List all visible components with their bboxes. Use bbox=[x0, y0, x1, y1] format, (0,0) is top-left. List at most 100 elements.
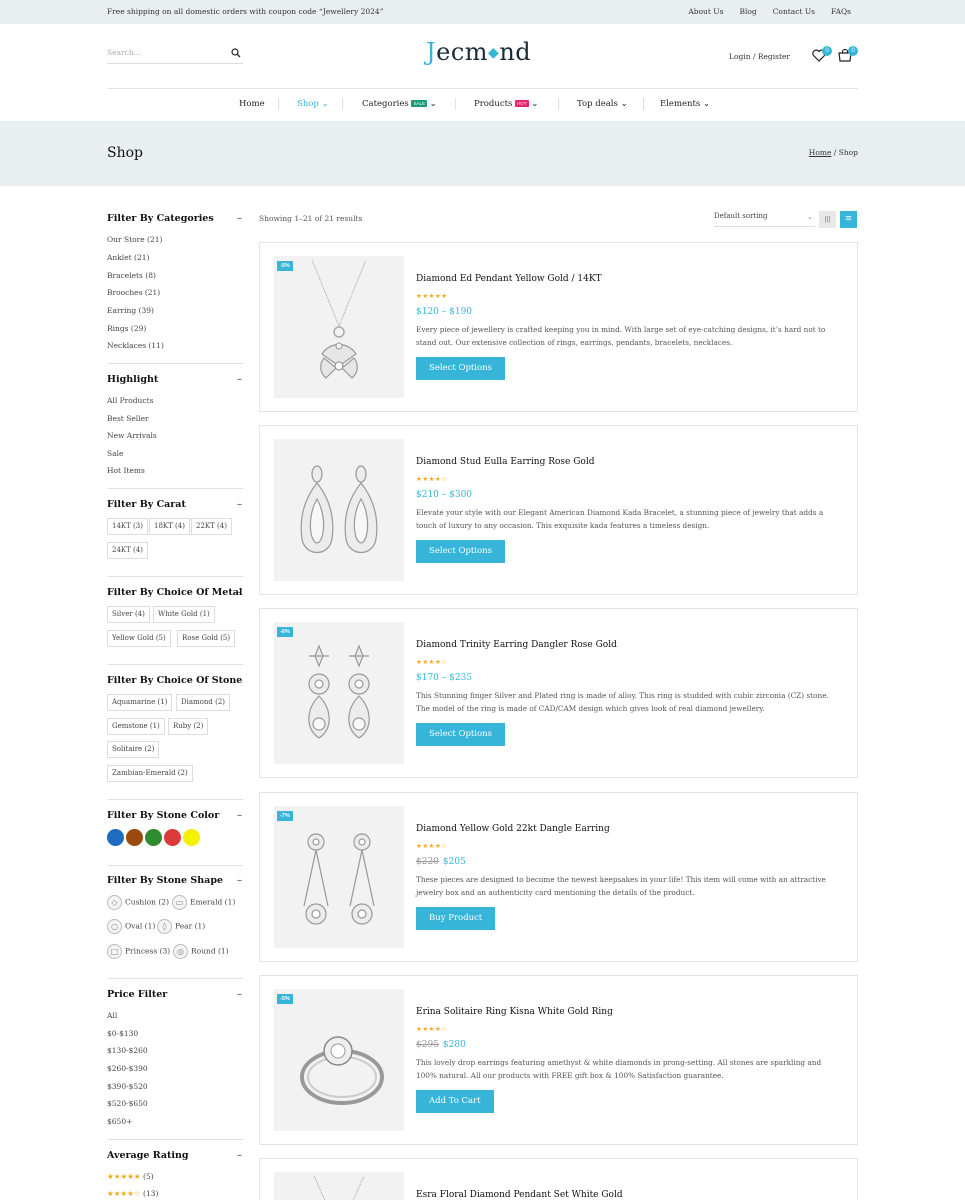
product-image[interactable] bbox=[274, 439, 404, 581]
price-range-item[interactable]: $260-$390 bbox=[107, 1064, 148, 1073]
highlight-item[interactable]: All Products bbox=[107, 396, 153, 405]
color-swatch-green[interactable] bbox=[145, 829, 162, 846]
product-image[interactable]: -6% bbox=[274, 622, 404, 764]
filter-heading[interactable]: Average Rating bbox=[107, 1150, 189, 1161]
price-range-item[interactable]: $650+ bbox=[107, 1117, 132, 1126]
search-input[interactable]: Search... bbox=[107, 44, 243, 64]
select-options-button[interactable]: Select Options bbox=[416, 357, 505, 380]
product-image[interactable]: -7% bbox=[274, 806, 404, 948]
category-item[interactable]: Brooches (21) bbox=[107, 288, 160, 297]
rating-option[interactable]: ★★★★★ (5) bbox=[107, 1172, 154, 1181]
product-name[interactable]: Diamond Ed Pendant Yellow Gold / 14KT bbox=[416, 274, 602, 284]
collapse-icon[interactable]: – bbox=[237, 875, 242, 886]
metal-chip[interactable]: White Gold (1) bbox=[153, 606, 215, 623]
product-name[interactable]: Esra Floral Diamond Pendant Set White Go… bbox=[416, 1190, 623, 1200]
color-swatch-yellow[interactable] bbox=[183, 829, 200, 846]
search-icon[interactable] bbox=[231, 48, 241, 58]
stone-chip[interactable]: Zambian-Emerald (2) bbox=[107, 765, 193, 782]
metal-chip[interactable]: Silver (4) bbox=[107, 606, 150, 623]
shape-option[interactable]: □ Princess (3) bbox=[107, 944, 170, 959]
buy-product-button[interactable]: Buy Product bbox=[416, 907, 496, 930]
list-view-button[interactable]: ≡ bbox=[840, 211, 857, 228]
shape-option[interactable]: ○ Oval (1) bbox=[107, 919, 155, 934]
highlight-item[interactable]: Hot Items bbox=[107, 466, 145, 475]
filter-heading[interactable]: Filter By Categories bbox=[107, 213, 214, 224]
stone-chip[interactable]: Diamond (2) bbox=[176, 694, 231, 711]
stone-chip[interactable]: Aquamarine (1) bbox=[107, 694, 173, 711]
filter-heading[interactable]: Highlight bbox=[107, 374, 158, 385]
carat-chip[interactable]: 18KT (4) bbox=[149, 518, 190, 535]
contact-us-link[interactable]: Contact Us bbox=[773, 7, 815, 16]
collapse-icon[interactable]: – bbox=[237, 499, 242, 510]
sorting-select[interactable]: Default sorting ⌄ bbox=[714, 212, 815, 227]
shape-option[interactable]: ▭ Emerald (1) bbox=[172, 895, 235, 910]
highlight-item[interactable]: Sale bbox=[107, 449, 123, 458]
filter-heading[interactable]: Filter By Choice Of Stone bbox=[107, 675, 242, 686]
product-name[interactable]: Diamond Yellow Gold 22kt Dangle Earring bbox=[416, 824, 610, 834]
cart-button[interactable]: 0 bbox=[838, 46, 858, 64]
shape-option[interactable]: ◊ Pear (1) bbox=[157, 919, 205, 934]
color-swatch-brown[interactable] bbox=[126, 829, 143, 846]
collapse-icon[interactable]: – bbox=[237, 989, 242, 1000]
filter-heading[interactable]: Price Filter bbox=[107, 989, 167, 1000]
price-range-item[interactable]: $0-$130 bbox=[107, 1029, 138, 1038]
select-options-button[interactable]: Select Options bbox=[416, 540, 505, 563]
stone-chip[interactable]: Ruby (2) bbox=[168, 718, 209, 735]
price-range-item[interactable]: $520-$650 bbox=[107, 1099, 148, 1108]
metal-chip[interactable]: Rose Gold (5) bbox=[177, 630, 236, 647]
shape-option[interactable]: ◎ Round (1) bbox=[173, 944, 229, 959]
price-range-item[interactable]: All bbox=[107, 1011, 117, 1020]
rating-option[interactable]: ★★★★☆ (13) bbox=[107, 1189, 158, 1198]
stone-chip[interactable]: Solitaire (2) bbox=[107, 741, 160, 758]
color-swatch-blue[interactable] bbox=[107, 829, 124, 846]
carat-chip[interactable]: 14KT (3) bbox=[107, 518, 148, 535]
wishlist-button[interactable]: 0 bbox=[812, 46, 832, 64]
collapse-icon[interactable]: – bbox=[237, 587, 242, 598]
product-image[interactable]: -5% bbox=[274, 989, 404, 1131]
category-item[interactable]: Bracelets (8) bbox=[107, 271, 156, 280]
carat-chip[interactable]: 22KT (4) bbox=[191, 518, 232, 535]
collapse-icon[interactable]: – bbox=[237, 675, 242, 686]
nav-products[interactable]: Products HOT ⌄ bbox=[474, 99, 538, 109]
site-logo[interactable]: Jecm◆nd bbox=[426, 38, 531, 66]
grid-view-button[interactable]: ||| bbox=[819, 211, 836, 228]
product-name[interactable]: Erina Solitaire Ring Kisna White Gold Ri… bbox=[416, 1007, 613, 1017]
category-item[interactable]: Rings (29) bbox=[107, 324, 146, 333]
filter-heading[interactable]: Filter By Carat bbox=[107, 499, 186, 510]
product-image[interactable] bbox=[274, 1172, 404, 1200]
collapse-icon[interactable]: – bbox=[237, 374, 242, 385]
metal-chip[interactable]: Yellow Gold (5) bbox=[107, 630, 171, 647]
breadcrumb-home[interactable]: Home bbox=[809, 148, 832, 157]
product-name[interactable]: Diamond Stud Eulla Earring Rose Gold bbox=[416, 457, 594, 467]
category-item[interactable]: Anklet (21) bbox=[107, 253, 149, 262]
blog-link[interactable]: Blog bbox=[739, 7, 756, 16]
category-item[interactable]: Our Store (21) bbox=[107, 235, 162, 244]
add-to-cart-button[interactable]: Add To Cart bbox=[416, 1090, 494, 1113]
category-item[interactable]: Necklaces (11) bbox=[107, 341, 164, 350]
filter-heading[interactable]: Filter By Choice Of Metal bbox=[107, 587, 243, 598]
stone-chip[interactable]: Gemstone (1) bbox=[107, 718, 165, 735]
color-swatch-red[interactable] bbox=[164, 829, 181, 846]
nav-shop[interactable]: Shop ⌄ bbox=[297, 99, 329, 109]
faqs-link[interactable]: FAQs bbox=[831, 7, 851, 16]
select-options-button[interactable]: Select Options bbox=[416, 723, 505, 746]
collapse-icon[interactable]: – bbox=[237, 1150, 242, 1161]
price-range-item[interactable]: $130-$260 bbox=[107, 1046, 148, 1055]
filter-heading[interactable]: Filter By Stone Shape bbox=[107, 875, 223, 886]
login-register-link[interactable]: Login / Register bbox=[729, 52, 790, 61]
shape-option[interactable]: ◇ Cushion (2) bbox=[107, 895, 169, 910]
product-name[interactable]: Diamond Trinity Earring Dangler Rose Gol… bbox=[416, 640, 617, 650]
highlight-item[interactable]: Best Seller bbox=[107, 414, 149, 423]
nav-categories[interactable]: Categories SALE ⌄ bbox=[362, 99, 437, 109]
nav-home[interactable]: Home bbox=[239, 99, 265, 109]
nav-top-deals[interactable]: Top deals ⌄ bbox=[577, 99, 628, 109]
about-us-link[interactable]: About Us bbox=[688, 7, 723, 16]
price-range-item[interactable]: $390-$520 bbox=[107, 1082, 148, 1091]
collapse-icon[interactable]: – bbox=[237, 810, 242, 821]
highlight-item[interactable]: New Arrivals bbox=[107, 431, 157, 440]
collapse-icon[interactable]: – bbox=[237, 213, 242, 224]
category-item[interactable]: Earring (39) bbox=[107, 306, 154, 315]
filter-heading[interactable]: Filter By Stone Color bbox=[107, 810, 219, 821]
nav-elements[interactable]: Elements ⌄ bbox=[660, 99, 710, 109]
product-image[interactable]: -5% bbox=[274, 256, 404, 398]
